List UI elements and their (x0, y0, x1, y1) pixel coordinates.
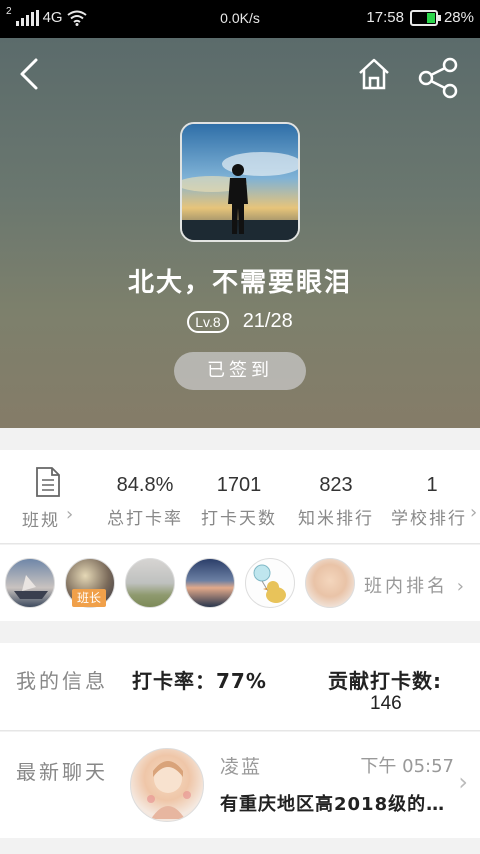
chevron-right-icon: › (456, 576, 467, 597)
chevron-right-icon: › (470, 502, 478, 523)
member-avatar[interactable] (305, 558, 355, 608)
document-icon (36, 467, 60, 497)
status-right: 17:58 28% (366, 9, 474, 26)
member-avatar[interactable] (185, 558, 235, 608)
member-avatar[interactable] (245, 558, 295, 608)
home-button[interactable] (356, 56, 392, 92)
back-arrow-icon (20, 58, 38, 90)
stat-label: 学校排行 (391, 509, 467, 529)
stats-bar: 班规 › 84.8% 总打卡率 1701 打卡天数 823 知米排行 1 学校排… (0, 450, 480, 544)
home-icon (359, 58, 389, 90)
stat-school-rank[interactable]: 1 学校排行 › (384, 450, 480, 544)
signed-in-button[interactable]: 已签到 (174, 352, 306, 390)
latest-chat-row[interactable]: 最新聊天 凌蓝 下午 05:57 有重庆地区高2018级的… › (0, 732, 480, 838)
level-row: Lv.8 21/28 (0, 310, 480, 333)
level-badge: Lv.8 (187, 310, 229, 333)
stat-value: 1701 (216, 474, 262, 496)
stat-value: 1 (426, 474, 438, 496)
member-avatar[interactable] (5, 558, 55, 608)
share-icon (418, 57, 458, 99)
my-info-label: 我的信息 (16, 669, 108, 693)
battery-icon (409, 9, 441, 26)
stat-label: 总打卡率 (107, 509, 183, 529)
stat-value: 823 (319, 474, 353, 496)
silhouette-sky-image (182, 124, 298, 240)
back-button[interactable] (16, 56, 46, 92)
chat-time: 下午 05:57 (360, 756, 454, 777)
chat-message-preview: 有重庆地区高2018级的… (220, 794, 446, 815)
stat-label: 知米排行 (298, 509, 374, 529)
anime-girl-image (147, 761, 191, 819)
duck-balloon-icon (253, 564, 286, 603)
chat-avatar (130, 748, 204, 822)
stat-label: 打卡天数 (201, 509, 277, 529)
stat-days: 1701 打卡天数 (192, 450, 286, 544)
monitor-tag: 班长 (72, 589, 106, 607)
group-avatar[interactable] (180, 122, 300, 242)
stat-total-rate: 84.8% 总打卡率 (98, 450, 192, 544)
class-rank-label: 班内排名 (364, 576, 448, 597)
member-avatar[interactable] (125, 558, 175, 608)
rules-label: 班规 (22, 511, 60, 531)
class-rank-link[interactable]: 班内排名 › (364, 572, 467, 598)
group-header: 北大，不需要眼泪 Lv.8 21/28 已签到 (0, 38, 480, 428)
ship-icon (14, 575, 48, 599)
stat-value: 84.8% (116, 474, 174, 496)
chevron-right-icon: › (458, 768, 468, 796)
share-button[interactable] (416, 56, 460, 100)
contribution-label: 贡献打卡数: (328, 669, 442, 693)
chat-sender: 凌蓝 (220, 756, 263, 778)
member-progress: 21/28 (242, 310, 293, 332)
battery-percent: 28% (443, 9, 474, 26)
rules-button[interactable]: 班规 › (0, 450, 98, 544)
my-checkin-rate: 打卡率：77% (132, 669, 267, 693)
stat-zhimi-rank[interactable]: 823 知米排行 (288, 450, 384, 544)
status-bar: 2 4G 0.0K/s 17:58 28% (0, 0, 480, 38)
my-info-section: 我的信息 打卡率：77% 贡献打卡数: 146 (0, 643, 480, 731)
contribution-value: 146 (370, 693, 402, 714)
latest-chat-label: 最新聊天 (16, 760, 108, 784)
clock: 17:58 (366, 9, 404, 26)
group-name: 北大，不需要眼泪 (127, 268, 352, 298)
chevron-right-icon: › (66, 504, 74, 525)
